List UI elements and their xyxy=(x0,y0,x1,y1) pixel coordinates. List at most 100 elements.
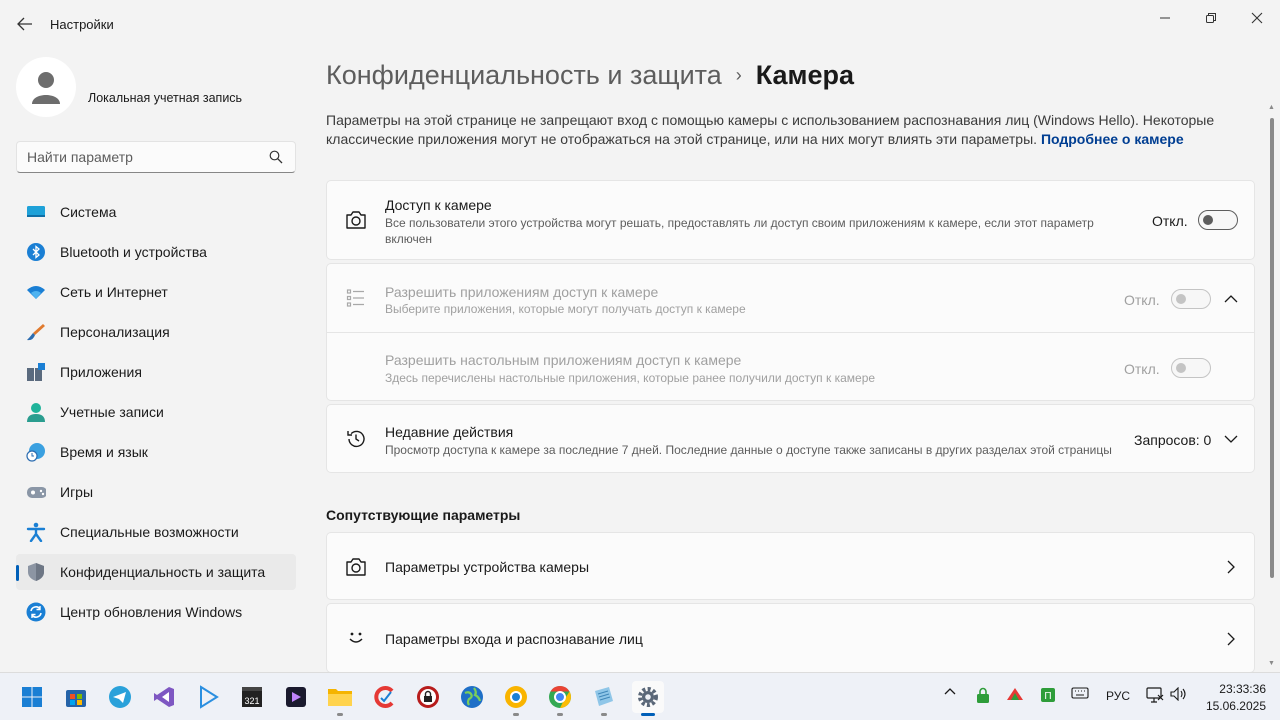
camera-access-state: Откл. xyxy=(1152,213,1188,229)
globe-clock-icon xyxy=(26,442,46,462)
apps-access-toggle[interactable] xyxy=(1171,289,1211,309)
chrome-icon[interactable] xyxy=(544,681,576,716)
sidebar-item-privacy[interactable]: Конфиденциальность и защита xyxy=(16,554,296,590)
list-icon xyxy=(344,286,368,310)
chevron-up-icon[interactable] xyxy=(1224,292,1238,306)
apps-icon xyxy=(26,362,46,382)
minimize-button[interactable] xyxy=(1150,8,1180,28)
related-item-label: Параметры входа и распознавание лиц xyxy=(385,631,643,647)
camera-icon xyxy=(344,555,368,579)
chevron-down-icon[interactable] xyxy=(1224,432,1238,446)
divider xyxy=(327,332,1254,333)
app-title: Настройки xyxy=(50,17,114,32)
related-settings-heading: Сопутствующие параметры xyxy=(326,507,521,523)
clock[interactable]: 23:33:36 15.06.2025 xyxy=(1196,681,1266,715)
sidebar-item-personalization[interactable]: Персонализация xyxy=(16,314,296,350)
running-indicator xyxy=(513,713,519,716)
camera-icon xyxy=(344,208,368,232)
camera-access-card: Доступ к камере Все пользователи этого у… xyxy=(326,180,1255,260)
desktop-apps-access-subtitle: Здесь перечислены настольные приложения,… xyxy=(385,371,876,385)
sidebar-item-apps[interactable]: Приложения xyxy=(16,354,296,390)
network-monitor-icon[interactable] xyxy=(1146,687,1164,703)
search-input[interactable] xyxy=(17,142,257,172)
search-box[interactable] xyxy=(16,141,296,173)
desktop-apps-access-toggle[interactable] xyxy=(1171,358,1211,378)
bluetooth-icon xyxy=(26,242,46,262)
sidebar-item-accounts[interactable]: Учетные записи xyxy=(16,394,296,430)
search-icon[interactable] xyxy=(269,150,283,169)
shield-icon xyxy=(26,562,46,582)
security-tray-icon[interactable] xyxy=(976,687,990,703)
lock-app-icon[interactable] xyxy=(412,681,444,713)
sidebar-item-system[interactable]: Система xyxy=(16,194,296,230)
running-indicator xyxy=(601,713,607,716)
apps-access-state: Откл. xyxy=(1124,292,1160,308)
globe-browser-icon[interactable] xyxy=(456,681,488,713)
app-tray-icon[interactable]: П xyxy=(1040,687,1056,703)
keyboard-icon[interactable] xyxy=(1071,687,1089,699)
smile-icon xyxy=(344,626,368,650)
related-item-label: Параметры устройства камеры xyxy=(385,559,590,575)
file-explorer-icon[interactable] xyxy=(324,681,356,716)
sidebar-item-network[interactable]: Сеть и Интернет xyxy=(16,274,296,310)
media-player-icon[interactable] xyxy=(192,681,224,713)
desktop-apps-access-title: Разрешить настольным приложениям доступ … xyxy=(385,352,742,368)
restore-icon xyxy=(1206,13,1216,23)
dvd-icon[interactable] xyxy=(280,681,312,713)
show-hidden-icons-icon[interactable] xyxy=(944,687,956,695)
sidebar-item-time-language[interactable]: Время и язык xyxy=(16,434,296,470)
scrollbar[interactable]: ▲ ▼ xyxy=(1268,104,1276,670)
brush-icon xyxy=(26,322,46,342)
maximize-button[interactable] xyxy=(1196,8,1226,28)
chrome-canary-icon[interactable] xyxy=(500,681,532,716)
scroll-up-icon[interactable]: ▲ xyxy=(1268,104,1275,111)
back-arrow-icon xyxy=(17,17,32,31)
learn-more-link[interactable]: Подробнее о камере xyxy=(1041,131,1184,147)
running-indicator xyxy=(557,713,563,716)
related-camera-device-settings[interactable]: Параметры устройства камеры xyxy=(326,532,1255,600)
visual-studio-icon[interactable] xyxy=(148,681,180,713)
chevron-right-icon[interactable] xyxy=(1224,632,1238,646)
apps-access-title: Разрешить приложениям доступ к камере xyxy=(385,284,659,300)
avatar xyxy=(16,57,76,117)
camera-access-subtitle: Все пользователи этого устройства могут … xyxy=(385,216,1094,246)
apps-access-subtitle: Выберите приложения, которые могут получ… xyxy=(385,302,746,316)
back-button[interactable] xyxy=(14,14,36,34)
accessibility-icon xyxy=(26,522,46,542)
start-icon[interactable] xyxy=(16,681,48,713)
user-profile[interactable]: Локальная учетная запись xyxy=(16,57,296,117)
telegram-icon[interactable] xyxy=(104,681,136,713)
sidebar-item-windows-update[interactable]: Центр обновления Windows xyxy=(16,594,296,630)
breadcrumb: Конфиденциальность и защита › Камера xyxy=(326,60,854,91)
close-icon xyxy=(1251,12,1263,24)
sidebar-item-gaming[interactable]: Игры xyxy=(16,474,296,510)
breadcrumb-separator: › xyxy=(735,65,742,85)
store-icon[interactable] xyxy=(60,681,92,713)
sidebar-nav: Система Bluetooth и устройства Сеть и Ин… xyxy=(16,194,296,634)
title-bar: Настройки xyxy=(0,0,1280,48)
breadcrumb-parent[interactable]: Конфиденциальность и защита xyxy=(326,60,722,90)
close-button[interactable] xyxy=(1242,8,1272,28)
sidebar-item-bluetooth[interactable]: Bluetooth и устройства xyxy=(16,234,296,270)
antivirus-tray-icon[interactable] xyxy=(1006,687,1024,701)
recent-activity-card[interactable]: Недавние действия Просмотр доступа к кам… xyxy=(326,404,1255,473)
related-sign-in-settings[interactable]: Параметры входа и распознавание лиц xyxy=(326,603,1255,672)
active-indicator xyxy=(641,713,655,716)
video-editor-icon[interactable]: 321 xyxy=(236,681,268,713)
desktop-apps-access-state: Откл. xyxy=(1124,361,1160,377)
main-content: Конфиденциальность и защита › Камера Парам… xyxy=(326,48,1256,672)
clock-time: 23:33:36 xyxy=(1219,682,1266,696)
recent-activity-title: Недавние действия xyxy=(385,424,514,440)
chevron-right-icon[interactable] xyxy=(1224,560,1238,574)
scrollbar-thumb[interactable] xyxy=(1270,118,1274,578)
notepad-icon[interactable] xyxy=(588,681,620,716)
scroll-down-icon[interactable]: ▼ xyxy=(1268,660,1275,667)
language-indicator[interactable]: РУС xyxy=(1106,689,1130,703)
person-icon xyxy=(26,402,46,422)
sidebar-item-accessibility[interactable]: Специальные возможности xyxy=(16,514,296,550)
volume-icon[interactable] xyxy=(1170,687,1188,701)
settings-icon[interactable] xyxy=(632,681,664,716)
ccleaner-icon[interactable] xyxy=(368,681,400,713)
camera-access-toggle[interactable] xyxy=(1198,210,1238,230)
page-title: Камера xyxy=(755,60,855,90)
